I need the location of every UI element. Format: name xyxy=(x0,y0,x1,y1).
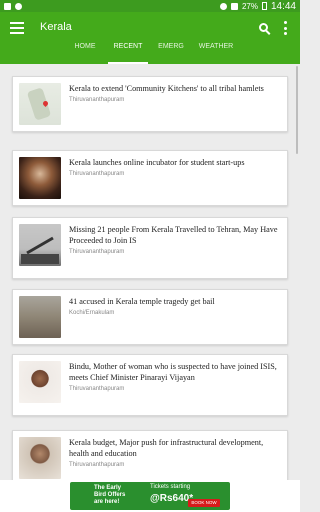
portrait-photo-thumbnail-icon xyxy=(19,361,61,403)
status-bar: 27% 14:44 xyxy=(0,0,300,12)
headline-text: Kerala launches online incubator for stu… xyxy=(69,158,245,167)
crowd-photo-thumbnail-icon xyxy=(19,157,61,199)
news-headline: Kerala budget, Major push for infrastruc… xyxy=(69,437,283,471)
scrollbar-thumb[interactable] xyxy=(296,66,298,154)
ruins-photo-thumbnail-icon xyxy=(19,296,61,338)
map-thumbnail-icon xyxy=(19,83,61,125)
app-bar: Kerala HOME RECENT EMERG WEATHER xyxy=(0,12,300,64)
headline-text: Bindu, Mother of woman who is suspected … xyxy=(69,362,277,382)
battery-icon xyxy=(261,2,267,10)
headline-text: Kerala budget, Major push for infrastruc… xyxy=(69,438,264,458)
ad-banner[interactable]: The Early Bird Offers are here! Tickets … xyxy=(0,480,300,512)
news-location: Kochi/Ernakulam xyxy=(69,310,115,316)
ad-ticket-text: Tickets starting xyxy=(150,484,191,490)
battery-percent: 27% xyxy=(241,1,258,11)
ad-line-1: The Early xyxy=(94,485,122,491)
tab-emergency[interactable]: EMERG xyxy=(148,43,194,64)
signal-icon xyxy=(230,2,238,10)
tab-recent[interactable]: RECENT xyxy=(108,43,148,64)
app-title: Kerala xyxy=(40,21,72,33)
news-location: Thiruvananthapuram xyxy=(69,171,125,177)
book-now-button[interactable]: BOOK NOW xyxy=(188,499,220,507)
news-headline: Bindu, Mother of woman who is suspected … xyxy=(69,361,283,395)
news-card[interactable]: Bindu, Mother of woman who is suspected … xyxy=(12,354,288,416)
ad-line-3: are here! xyxy=(94,499,120,505)
ad-headline: The Early Bird Offers are here! xyxy=(94,485,146,506)
news-headline: Kerala to extend 'Community Kitchens' to… xyxy=(69,83,283,106)
ad-creative[interactable]: The Early Bird Offers are here! Tickets … xyxy=(70,482,230,510)
news-feed[interactable]: Kerala to extend 'Community Kitchens' to… xyxy=(0,64,300,480)
search-icon[interactable] xyxy=(259,23,268,32)
clock: 14:44 xyxy=(270,0,296,12)
ad-price: @Rs640* xyxy=(150,493,194,504)
tab-weather[interactable]: WEATHER xyxy=(194,43,238,64)
ad-line-2: Bird Offers xyxy=(94,492,126,498)
hamburger-menu-icon[interactable] xyxy=(10,22,24,34)
headline-text: Kerala to extend 'Community Kitchens' to… xyxy=(69,84,264,93)
news-headline: Missing 21 people From Kerala Travelled … xyxy=(69,224,283,258)
news-card[interactable]: Kerala budget, Major push for infrastruc… xyxy=(12,430,288,480)
overflow-menu-icon[interactable] xyxy=(283,21,287,35)
scrollbar[interactable] xyxy=(296,66,298,476)
news-card[interactable]: Kerala launches online incubator for stu… xyxy=(12,150,288,206)
speaker-photo-thumbnail-icon xyxy=(19,437,61,479)
tab-bar: HOME RECENT EMERG WEATHER xyxy=(0,40,300,64)
news-location: Thiruvananthapuram xyxy=(69,97,125,103)
news-card[interactable]: Missing 21 people From Kerala Travelled … xyxy=(12,217,288,279)
news-location: Thiruvananthapuram xyxy=(69,462,125,468)
tab-home[interactable]: HOME xyxy=(62,43,108,64)
news-headline: 41 accused in Kerala temple tragedy get … xyxy=(69,296,283,319)
aircraft-silhouette-thumbnail-icon xyxy=(19,224,61,266)
wifi-icon xyxy=(219,2,227,10)
news-card[interactable]: 41 accused in Kerala temple tragedy get … xyxy=(12,289,288,345)
headline-text: 41 accused in Kerala temple tragedy get … xyxy=(69,297,215,306)
news-location: Thiruvananthapuram xyxy=(69,386,125,392)
news-headline: Kerala launches online incubator for stu… xyxy=(69,157,283,180)
notification-icon xyxy=(4,2,11,10)
news-location: Thiruvananthapuram xyxy=(69,249,125,255)
news-card[interactable]: Kerala to extend 'Community Kitchens' to… xyxy=(12,76,288,132)
headline-text: Missing 21 people From Kerala Travelled … xyxy=(69,225,278,245)
app-notification-icon xyxy=(15,2,22,10)
